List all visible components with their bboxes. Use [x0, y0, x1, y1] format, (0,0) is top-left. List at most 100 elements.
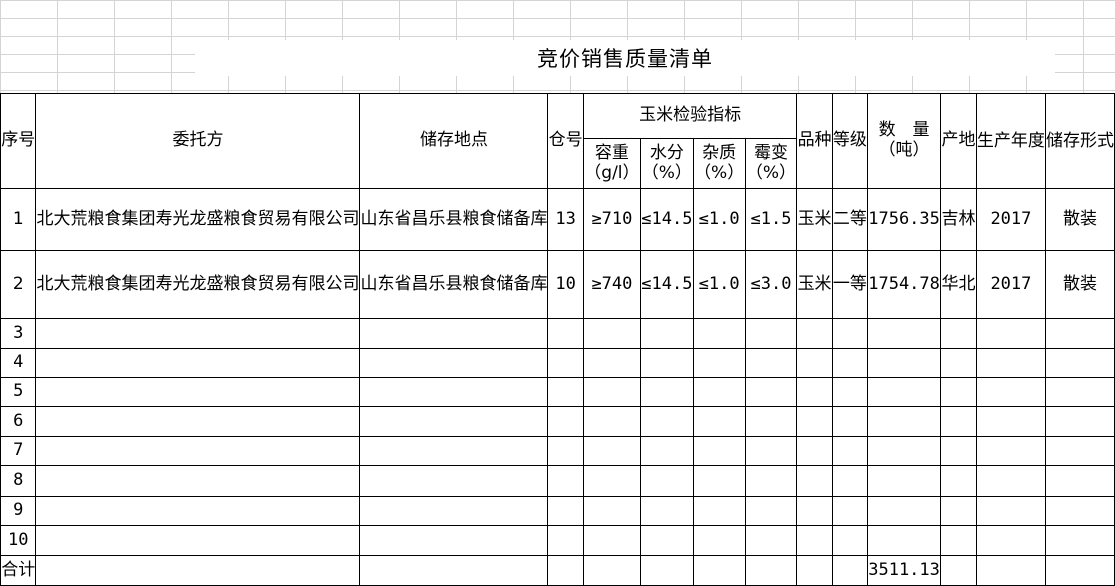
- empty-cell[interactable]: [547, 348, 584, 378]
- empty-cell[interactable]: [940, 525, 977, 556]
- empty-cell[interactable]: [640, 406, 694, 437]
- empty-cell[interactable]: [582, 555, 642, 586]
- empty-cell[interactable]: [796, 525, 833, 556]
- cell-quantity[interactable]: 1756.35: [867, 188, 942, 251]
- empty-cell[interactable]: [831, 436, 869, 466]
- cell-seq[interactable]: 6: [0, 406, 37, 437]
- empty-cell[interactable]: [582, 496, 642, 526]
- empty-cell[interactable]: [831, 377, 869, 407]
- cell-moisture[interactable]: ≤14.5: [640, 250, 694, 319]
- empty-cell[interactable]: [940, 348, 977, 378]
- empty-cell[interactable]: [35, 496, 361, 526]
- empty-cell[interactable]: [35, 436, 361, 466]
- header-quantity[interactable]: 数 量 （吨）: [867, 93, 942, 189]
- empty-cell[interactable]: [1044, 377, 1115, 407]
- cell-client[interactable]: 北大荒粮食集团寿光龙盛粮食贸易有限公司: [35, 250, 361, 319]
- empty-cell[interactable]: [744, 348, 798, 378]
- header-origin[interactable]: 产地: [940, 93, 977, 189]
- empty-cell[interactable]: [975, 555, 1046, 586]
- empty-cell[interactable]: [692, 406, 746, 437]
- empty-cell[interactable]: [582, 406, 642, 437]
- empty-cell[interactable]: [359, 496, 549, 526]
- cell-storage[interactable]: 散装: [1044, 250, 1115, 319]
- empty-cell[interactable]: [359, 318, 549, 349]
- cell-seq[interactable]: 1: [0, 188, 37, 251]
- empty-cell[interactable]: [867, 465, 942, 497]
- header-client[interactable]: 委托方: [35, 93, 361, 189]
- empty-cell[interactable]: [640, 348, 694, 378]
- empty-cell[interactable]: [35, 555, 361, 586]
- empty-cell[interactable]: [744, 525, 798, 556]
- cell-seq[interactable]: 10: [0, 525, 37, 556]
- empty-cell[interactable]: [831, 555, 869, 586]
- empty-cell[interactable]: [1044, 318, 1115, 349]
- cell-moisture[interactable]: ≤14.5: [640, 188, 694, 251]
- cell-mildew[interactable]: ≤1.5: [744, 188, 798, 251]
- header-year[interactable]: 生产年度: [975, 93, 1046, 189]
- empty-cell[interactable]: [744, 555, 798, 586]
- empty-cell[interactable]: [35, 348, 361, 378]
- empty-cell[interactable]: [975, 406, 1046, 437]
- cell-seq[interactable]: 2: [0, 250, 37, 319]
- empty-cell[interactable]: [831, 406, 869, 437]
- empty-cell[interactable]: [640, 525, 694, 556]
- cell-storage[interactable]: 散装: [1044, 188, 1115, 251]
- empty-cell[interactable]: [640, 465, 694, 497]
- header-inspection-group[interactable]: 玉米检验指标: [582, 93, 798, 139]
- empty-cell[interactable]: [359, 465, 549, 497]
- header-location[interactable]: 储存地点: [359, 93, 549, 189]
- empty-cell[interactable]: [744, 377, 798, 407]
- empty-cell[interactable]: [692, 525, 746, 556]
- empty-cell[interactable]: [831, 525, 869, 556]
- cell-seq[interactable]: 9: [0, 496, 37, 526]
- empty-cell[interactable]: [35, 465, 361, 497]
- cell-seq[interactable]: 3: [0, 318, 37, 349]
- empty-cell[interactable]: [640, 318, 694, 349]
- empty-cell[interactable]: [547, 377, 584, 407]
- empty-cell[interactable]: [975, 465, 1046, 497]
- empty-cell[interactable]: [975, 348, 1046, 378]
- empty-cell[interactable]: [35, 377, 361, 407]
- cell-bin[interactable]: 13: [547, 188, 584, 251]
- empty-cell[interactable]: [692, 555, 746, 586]
- cell-bin[interactable]: 10: [547, 250, 584, 319]
- empty-cell[interactable]: [796, 555, 833, 586]
- empty-cell[interactable]: [867, 348, 942, 378]
- empty-cell[interactable]: [582, 525, 642, 556]
- empty-cell[interactable]: [547, 555, 584, 586]
- empty-cell[interactable]: [640, 377, 694, 407]
- header-moisture[interactable]: 水分 （%）: [640, 138, 694, 189]
- cell-seq[interactable]: 4: [0, 348, 37, 378]
- empty-cell[interactable]: [940, 436, 977, 466]
- empty-cell[interactable]: [692, 348, 746, 378]
- cell-grade[interactable]: 二等: [831, 188, 869, 251]
- empty-cell[interactable]: [796, 348, 833, 378]
- empty-cell[interactable]: [744, 436, 798, 466]
- empty-cell[interactable]: [940, 496, 977, 526]
- empty-cell[interactable]: [582, 377, 642, 407]
- empty-cell[interactable]: [867, 406, 942, 437]
- empty-cell[interactable]: [1044, 496, 1115, 526]
- cell-grade[interactable]: 一等: [831, 250, 869, 319]
- empty-cell[interactable]: [796, 436, 833, 466]
- empty-cell[interactable]: [582, 465, 642, 497]
- empty-cell[interactable]: [867, 496, 942, 526]
- empty-cell[interactable]: [867, 377, 942, 407]
- empty-cell[interactable]: [582, 318, 642, 349]
- empty-cell[interactable]: [692, 465, 746, 497]
- empty-cell[interactable]: [1044, 555, 1115, 586]
- empty-cell[interactable]: [940, 465, 977, 497]
- cell-variety[interactable]: 玉米: [796, 188, 833, 251]
- cell-location[interactable]: 山东省昌乐县粮食储备库: [359, 188, 549, 251]
- empty-cell[interactable]: [831, 348, 869, 378]
- empty-cell[interactable]: [796, 465, 833, 497]
- cell-quantity[interactable]: 1754.78: [867, 250, 942, 319]
- cell-seq[interactable]: 8: [0, 465, 37, 497]
- cell-impurity[interactable]: ≤1.0: [692, 250, 746, 319]
- header-variety[interactable]: 品种: [796, 93, 833, 189]
- empty-cell[interactable]: [640, 496, 694, 526]
- empty-cell[interactable]: [975, 436, 1046, 466]
- empty-cell[interactable]: [867, 318, 942, 349]
- cell-seq[interactable]: 7: [0, 436, 37, 466]
- empty-cell[interactable]: [359, 377, 549, 407]
